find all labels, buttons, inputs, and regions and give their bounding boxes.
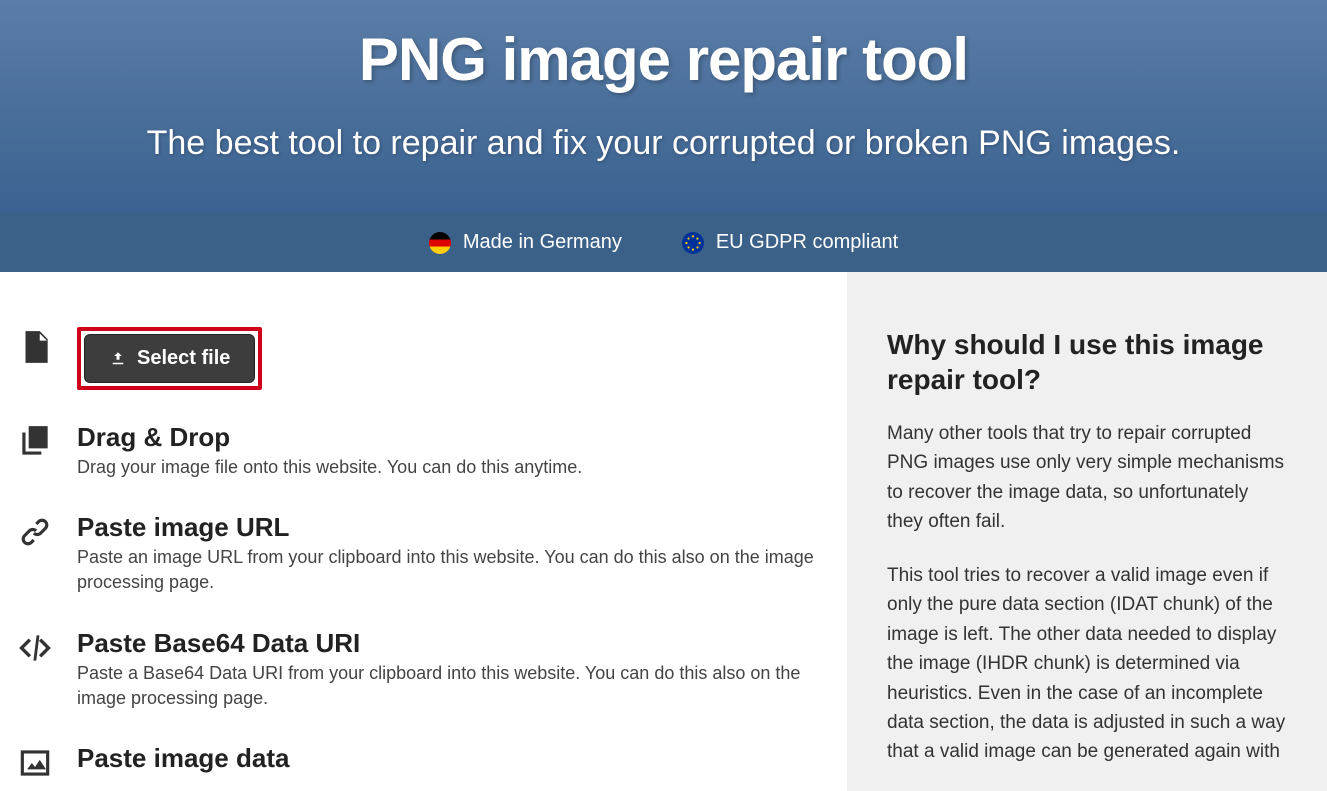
code-icon — [15, 628, 55, 668]
method-title: Drag & Drop — [77, 422, 582, 453]
sidebar-paragraph: Many other tools that try to repair corr… — [887, 419, 1287, 537]
badge-label: Made in Germany — [463, 231, 622, 254]
method-paste-base64: Paste Base64 Data URI Paste a Base64 Dat… — [15, 628, 817, 711]
sidebar-paragraph: This tool tries to recover a valid image… — [887, 561, 1287, 767]
upload-icon — [109, 350, 127, 368]
image-icon — [15, 743, 55, 783]
hero-banner: PNG image repair tool The best tool to r… — [0, 0, 1327, 213]
method-title: Paste image data — [77, 743, 289, 774]
sidebar-heading: Why should I use this image repair tool? — [887, 327, 1287, 397]
page-subtitle: The best tool to repair and fix your cor… — [20, 124, 1307, 163]
badge-eu-gdpr: EU GDPR compliant — [682, 231, 898, 254]
method-desc: Paste a Base64 Data URI from your clipbo… — [77, 661, 817, 711]
method-title: Paste Base64 Data URI — [77, 628, 817, 659]
badge-label: EU GDPR compliant — [716, 231, 898, 254]
method-paste-url: Paste image URL Paste an image URL from … — [15, 512, 817, 595]
link-icon — [15, 512, 55, 552]
germany-flag-icon — [429, 232, 451, 254]
select-file-highlight: Select file — [77, 327, 262, 390]
badge-bar: Made in Germany EU GDPR compliant — [0, 213, 1327, 272]
method-paste-image-data: Paste image data — [15, 743, 817, 783]
copy-icon — [15, 422, 55, 462]
eu-flag-icon — [682, 232, 704, 254]
method-select-file: Select file — [15, 327, 817, 390]
info-sidebar: Why should I use this image repair tool?… — [847, 272, 1327, 791]
method-title: Paste image URL — [77, 512, 817, 543]
method-desc: Paste an image URL from your clipboard i… — [77, 545, 817, 595]
page-title: PNG image repair tool — [20, 25, 1307, 94]
select-file-button[interactable]: Select file — [84, 334, 255, 383]
method-desc: Drag your image file onto this website. … — [77, 455, 582, 480]
upload-methods-column: Select file Drag & Drop Drag your image … — [0, 272, 847, 791]
badge-made-in-germany: Made in Germany — [429, 231, 622, 254]
image-file-icon — [15, 327, 55, 367]
method-drag-drop: Drag & Drop Drag your image file onto th… — [15, 422, 817, 480]
select-file-label: Select file — [137, 347, 230, 370]
